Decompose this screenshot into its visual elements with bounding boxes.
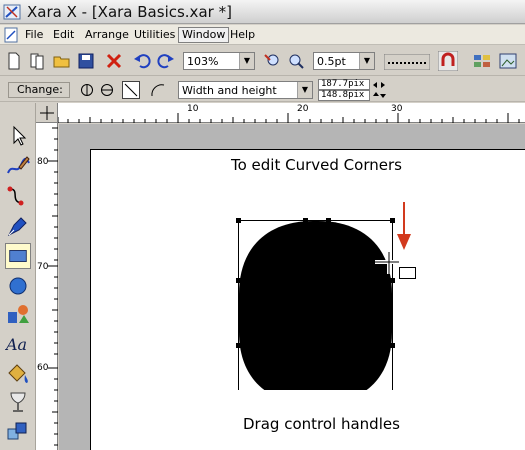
zoom-combo[interactable]: 103% ▼ [183,52,255,70]
shape-tool-icon[interactable] [5,301,31,327]
gallery-icon[interactable] [472,51,492,71]
caption-top: To edit Curved Corners [231,156,402,174]
selector-tool-icon[interactable] [5,123,31,149]
title-bar: Xara X - [Xara Basics.xar *] [0,0,525,24]
tool-column: Aa [0,103,36,450]
rectangle-shape-icon[interactable] [122,81,140,99]
bitmap-gallery-icon[interactable] [498,51,518,71]
menu-help[interactable]: Help [227,27,258,43]
redo-icon[interactable] [156,51,176,71]
menu-window[interactable]: Window [178,27,230,43]
change-label: Change: [8,82,70,98]
ruler-label: 10 [187,104,199,114]
width-stepper-icon[interactable] [372,81,386,89]
menu-arrange[interactable]: Arrange [82,27,132,43]
bezier-tool-icon[interactable] [5,183,31,209]
line-width-combo[interactable]: 0.5pt ▼ [313,52,375,70]
menu-file[interactable]: File [22,27,46,43]
menu-edit[interactable]: Edit [50,27,77,43]
ruler-label: 70 [37,262,49,272]
ruler-label: 20 [297,104,309,114]
line-style-icon[interactable] [384,54,430,70]
add-node-icon[interactable] [80,83,94,97]
horizontal-ruler-ticks [58,113,520,123]
magnet-snap-icon[interactable] [438,51,458,71]
vertical-ruler-ticks [48,127,58,446]
height-stepper-icon[interactable] [372,91,386,99]
text-tool-icon[interactable]: Aa [5,331,31,357]
shape-infobar: Change: Width and height ▼ 187.7pix 148.… [0,77,525,102]
freehand-tool-icon[interactable] [5,153,31,179]
width-field[interactable]: 187.7pix [318,79,370,90]
ruler-label: 30 [391,104,403,114]
horizontal-ruler[interactable]: 10 20 30 [58,103,525,123]
new-template-icon[interactable] [28,51,48,71]
crosshair-icon [40,106,54,120]
ellipse-tool-icon[interactable] [5,273,31,299]
menu-bar: File Edit Arrange Utilities Window Help [0,25,525,45]
chevron-down-icon[interactable]: ▼ [239,53,254,69]
ruler-label: 80 [37,157,49,167]
zoom-drawing-icon[interactable] [285,51,305,71]
open-folder-icon[interactable] [52,51,72,71]
save-icon[interactable] [76,51,96,71]
chevron-down-icon[interactable]: ▼ [297,82,312,98]
caption-bottom: Drag control handles [243,415,400,433]
standard-toolbar: 103% ▼ 0.5pt ▼ [0,46,525,76]
line-width-value: 0.5pt [317,55,346,68]
page[interactable]: To edit Curved Corners Drag control hand… [90,149,525,450]
svg-text:Aa: Aa [5,335,27,354]
xara-app-icon [3,4,21,20]
height-field[interactable]: 148.8pix [318,90,370,101]
resize-mode-combo[interactable]: Width and height ▼ [178,81,313,99]
rectangle-tool-icon[interactable] [5,243,31,269]
zoom-value: 103% [187,55,219,68]
remove-node-icon[interactable] [100,83,114,97]
window-title: Xara X - [Xara Basics.xar *] [27,3,232,21]
curved-corner-icon[interactable] [150,83,166,97]
rectangle-cursor-icon [375,252,416,279]
chevron-down-icon[interactable]: ▼ [359,53,374,69]
new-document-icon[interactable] [4,51,24,71]
fill-tool-icon[interactable] [5,361,31,387]
zoom-previous-icon[interactable] [262,51,282,71]
resize-mode-value: Width and height [182,84,277,97]
pen-tool-icon[interactable] [5,213,31,239]
arrow-down-icon [397,202,411,250]
ruler-label: 60 [37,363,49,373]
ruler-origin[interactable] [36,103,58,123]
document-icon[interactable] [3,27,19,43]
menu-utilities[interactable]: Utilities [131,27,178,43]
delete-icon[interactable] [104,51,124,71]
drawing-canvas[interactable]: To edit Curved Corners Drag control hand… [59,124,525,450]
vertical-ruler[interactable]: 80 70 60 [36,123,58,450]
transparency-tool-icon[interactable] [5,389,31,415]
mould-tool-icon[interactable] [5,419,31,445]
undo-icon[interactable] [132,51,152,71]
